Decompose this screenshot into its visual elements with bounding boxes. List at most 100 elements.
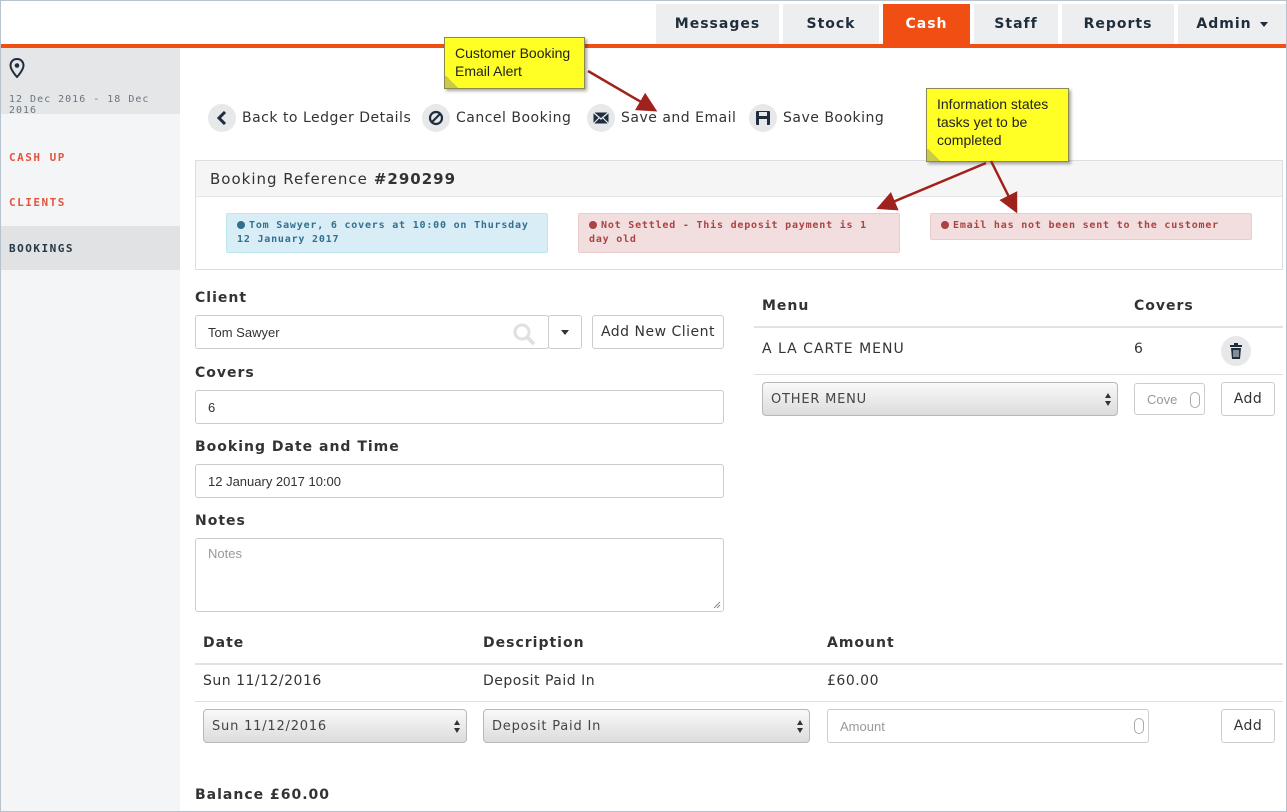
button-label: Cancel Booking: [456, 110, 572, 126]
table-divider: [195, 701, 1283, 702]
search-icon: [513, 323, 536, 346]
exclamation-icon: [941, 221, 949, 229]
tab-label: Reports: [1083, 16, 1153, 32]
sidebar-item-bookings[interactable]: BOOKINGS: [1, 226, 180, 270]
covers-placeholder: Cove: [1147, 391, 1178, 407]
nav-accent-bar: [1, 44, 1286, 48]
sidebar-item-label: CLIENTS: [9, 195, 66, 209]
alert-text: Not Settled - This deposit payment is 1 …: [589, 220, 867, 245]
tab-reports[interactable]: Reports: [1062, 4, 1174, 44]
table-divider: [754, 374, 1283, 375]
select-arrows-icon: [797, 720, 803, 734]
new-payment-description-select[interactable]: Deposit Paid In: [483, 709, 810, 743]
select-value: Deposit Paid In: [492, 718, 602, 734]
new-menu-select[interactable]: OTHER MENU: [762, 382, 1118, 416]
ban-icon: [422, 104, 450, 132]
caret-down-icon: [561, 329, 569, 335]
date-range-panel: 12 Dec 2016 - 18 Dec 2016: [1, 48, 180, 116]
payment-row-description: Deposit Paid In: [483, 673, 596, 689]
button-label: Save Booking: [783, 110, 885, 126]
new-covers-input[interactable]: Cove: [1134, 383, 1205, 415]
tab-label: Staff: [994, 16, 1038, 32]
table-divider: [754, 326, 1283, 328]
back-to-ledger-button[interactable]: Back to Ledger Details: [208, 103, 411, 133]
covers-input-value: 6: [208, 399, 216, 415]
booking-info-alert: Tom Sawyer, 6 covers at 10:00 on Thursda…: [226, 213, 548, 253]
booking-reference-label: Booking Reference: [210, 169, 368, 188]
client-input-value: Tom Sawyer: [208, 324, 280, 340]
booking-datetime-input[interactable]: 12 January 2017 10:00: [195, 464, 724, 498]
alert-text: Tom Sawyer, 6 covers at 10:00 on Thursda…: [237, 220, 529, 245]
callout-text: Customer Booking Email Alert: [455, 45, 571, 79]
exclamation-icon: [589, 221, 597, 229]
booking-datetime-value: 12 January 2017 10:00: [208, 473, 341, 489]
add-new-client-button[interactable]: Add New Client: [592, 315, 724, 349]
cancel-booking-button[interactable]: Cancel Booking: [422, 103, 571, 133]
alert-text: Email has not been sent to the customer: [953, 220, 1219, 231]
select-value: OTHER MENU: [771, 391, 867, 407]
sidebar-item-clients[interactable]: CLIENTS: [1, 180, 180, 224]
payment-row-amount: £60.00: [827, 673, 879, 689]
email-not-sent-alert: Email has not been sent to the customer: [930, 213, 1252, 240]
email-alert-callout: Customer Booking Email Alert: [444, 37, 585, 89]
covers-input[interactable]: 6: [195, 390, 724, 424]
sidebar-item-cash-up[interactable]: CASH UP: [1, 135, 180, 179]
save-and-email-button[interactable]: Save and Email: [587, 103, 736, 133]
info-icon: [237, 221, 245, 229]
notes-label: Notes: [195, 513, 246, 529]
client-dropdown-button[interactable]: [548, 315, 582, 349]
chevron-left-icon: [208, 104, 236, 132]
tab-staff[interactable]: Staff: [974, 4, 1058, 44]
tab-label: Messages: [674, 16, 761, 32]
delete-menu-button[interactable]: [1221, 336, 1251, 366]
trash-icon: [1230, 343, 1242, 359]
booking-reference-header: Booking Reference #290299: [196, 161, 1282, 197]
spinner-icon[interactable]: [1190, 392, 1200, 408]
select-value: Sun 11/12/2016: [212, 718, 327, 734]
caret-down-icon: [1259, 21, 1268, 27]
select-arrows-icon: [454, 720, 460, 734]
menu-column-header: Menu: [762, 298, 810, 314]
amount-placeholder: Amount: [840, 718, 885, 734]
client-input[interactable]: Tom Sawyer: [195, 315, 549, 349]
tab-admin[interactable]: Admin: [1178, 4, 1286, 44]
payment-row-date: Sun 11/12/2016: [203, 673, 322, 689]
not-settled-alert: Not Settled - This deposit payment is 1 …: [578, 213, 900, 253]
tab-cash[interactable]: Cash: [883, 4, 970, 44]
tab-messages[interactable]: Messages: [656, 4, 779, 44]
sidebar-item-label: CASH UP: [9, 150, 66, 164]
tab-label: Cash: [905, 16, 948, 32]
button-label: Back to Ledger Details: [242, 110, 412, 126]
tab-label: Admin: [1196, 16, 1252, 32]
client-label: Client: [195, 290, 248, 306]
description-column-header: Description: [483, 635, 585, 651]
booking-reference-number: #290299: [373, 169, 457, 188]
new-payment-date-select[interactable]: Sun 11/12/2016: [203, 709, 467, 743]
booking-datetime-label: Booking Date and Time: [195, 439, 400, 455]
covers-label: Covers: [195, 365, 255, 381]
add-payment-button[interactable]: Add: [1221, 709, 1275, 743]
sidebar-item-label: BOOKINGS: [9, 241, 74, 255]
add-menu-button[interactable]: Add: [1221, 382, 1275, 416]
save-booking-button[interactable]: Save Booking: [749, 103, 884, 133]
sidebar: 12 Dec 2016 - 18 Dec 2016 CASH UP CLIENT…: [1, 48, 180, 811]
button-label: Save and Email: [621, 110, 737, 126]
tab-stock[interactable]: Stock: [783, 4, 879, 44]
button-label: Add: [1233, 718, 1263, 734]
payment-amount-input[interactable]: Amount: [827, 709, 1149, 743]
resize-handle-icon[interactable]: [713, 601, 721, 609]
menu-row-covers: 6: [1134, 341, 1144, 357]
balance-text: Balance £60.00: [195, 787, 331, 803]
tasks-callout: Information states tasks yet to be compl…: [926, 88, 1069, 162]
top-navigation: Messages Stock Cash Staff Reports Admin: [1, 1, 1286, 45]
floppy-disk-icon: [749, 104, 777, 132]
callout-text: Information states tasks yet to be compl…: [937, 96, 1049, 148]
tab-label: Stock: [806, 16, 856, 32]
covers-column-header: Covers: [1134, 298, 1194, 314]
location-pin-icon[interactable]: [9, 58, 25, 78]
spinner-icon[interactable]: [1134, 718, 1144, 734]
menu-row-name: A LA CARTE MENU: [762, 341, 905, 357]
button-label: Add New Client: [600, 324, 716, 340]
app-window: Messages Stock Cash Staff Reports Admin …: [0, 0, 1287, 812]
notes-textarea[interactable]: Notes: [195, 538, 724, 612]
